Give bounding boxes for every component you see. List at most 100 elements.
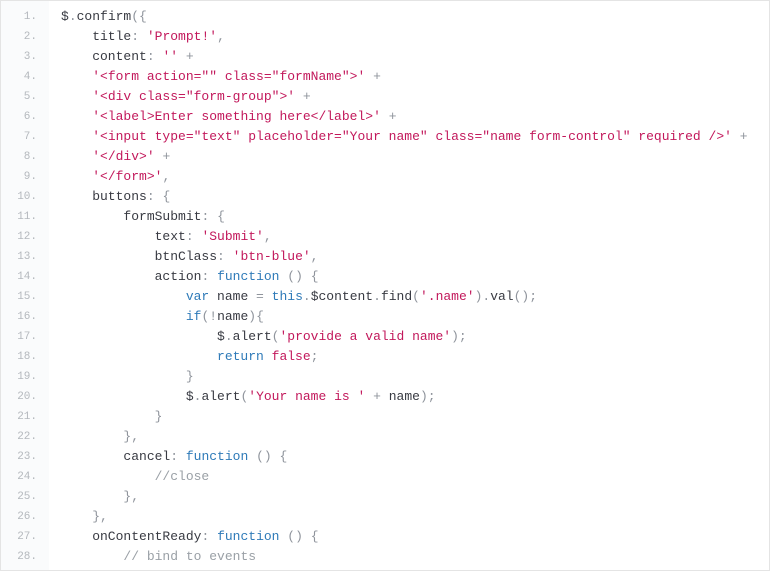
line-number: 27. bbox=[1, 527, 49, 547]
code-line: btnClass: 'btn-blue', bbox=[61, 247, 769, 267]
token-punc: , bbox=[162, 169, 170, 184]
line-number: 6. bbox=[1, 107, 49, 127]
line-number: 9. bbox=[1, 167, 49, 187]
token-plain bbox=[61, 169, 92, 184]
token-punc: . bbox=[373, 289, 381, 304]
code-line: var name = this.$content.find('.name').v… bbox=[61, 287, 769, 307]
token-plain bbox=[295, 89, 303, 104]
token-punc: ) bbox=[420, 389, 428, 404]
code-line: '<div class="form-group">' + bbox=[61, 87, 769, 107]
token-punc: } bbox=[155, 409, 163, 424]
token-punc: ) bbox=[248, 309, 256, 324]
token-plain: confirm bbox=[77, 9, 132, 24]
token-plain: content bbox=[61, 49, 147, 64]
token-bool: false bbox=[272, 349, 311, 364]
line-number: 28. bbox=[1, 547, 49, 567]
token-plain: buttons bbox=[61, 189, 147, 204]
token-plain bbox=[61, 469, 155, 484]
token-punc: ( bbox=[412, 289, 420, 304]
line-number: 21. bbox=[1, 407, 49, 427]
token-punc: , bbox=[217, 29, 225, 44]
token-plain: alert bbox=[201, 389, 240, 404]
token-plain: name bbox=[381, 389, 420, 404]
line-number: 23. bbox=[1, 447, 49, 467]
token-str: 'Submit' bbox=[201, 229, 263, 244]
token-punc: } bbox=[186, 369, 194, 384]
code-line: cancel: function () { bbox=[61, 447, 769, 467]
token-punc: ( bbox=[287, 269, 295, 284]
token-punc: : bbox=[147, 189, 155, 204]
token-plain: formSubmit bbox=[61, 209, 201, 224]
token-punc: + bbox=[162, 149, 170, 164]
token-punc: ; bbox=[428, 389, 436, 404]
line-number: 14. bbox=[1, 267, 49, 287]
token-plain: $content bbox=[311, 289, 373, 304]
line-number: 11. bbox=[1, 207, 49, 227]
token-punc: + bbox=[740, 129, 748, 144]
line-number: 25. bbox=[1, 487, 49, 507]
code-line: title: 'Prompt!', bbox=[61, 27, 769, 47]
line-number: 19. bbox=[1, 367, 49, 387]
token-str: '<input type="text" placeholder="Your na… bbox=[92, 129, 732, 144]
token-punc: . bbox=[69, 9, 77, 24]
token-str: '<div class="form-group">' bbox=[92, 89, 295, 104]
token-plain: $ bbox=[61, 389, 194, 404]
token-str: '</form>' bbox=[92, 169, 162, 184]
token-plain bbox=[61, 109, 92, 124]
token-punc: ) bbox=[295, 269, 303, 284]
token-plain: name bbox=[217, 309, 248, 324]
token-comment: //close bbox=[155, 469, 210, 484]
token-kw: function bbox=[217, 269, 279, 284]
token-punc: . bbox=[303, 289, 311, 304]
line-number: 10. bbox=[1, 187, 49, 207]
token-plain bbox=[61, 349, 217, 364]
line-number: 18. bbox=[1, 347, 49, 367]
code-line: $.alert('provide a valid name'); bbox=[61, 327, 769, 347]
token-plain bbox=[61, 129, 92, 144]
line-number-gutter: 1.2.3.4.5.6.7.8.9.10.11.12.13.14.15.16.1… bbox=[1, 1, 49, 570]
token-plain: $ bbox=[61, 329, 225, 344]
token-punc: . bbox=[225, 329, 233, 344]
token-punc: ( bbox=[131, 9, 139, 24]
token-plain bbox=[61, 549, 123, 564]
token-str: 'Prompt!' bbox=[147, 29, 217, 44]
token-plain bbox=[61, 509, 92, 524]
code-line: $.confirm({ bbox=[61, 7, 769, 27]
token-plain bbox=[178, 449, 186, 464]
token-punc: + bbox=[373, 389, 381, 404]
token-plain: title bbox=[61, 29, 131, 44]
line-number: 22. bbox=[1, 427, 49, 447]
token-punc: ; bbox=[529, 289, 537, 304]
token-punc: { bbox=[311, 269, 319, 284]
token-str: 'provide a valid name' bbox=[279, 329, 451, 344]
token-punc: : bbox=[186, 229, 194, 244]
token-plain: action bbox=[61, 269, 201, 284]
token-plain bbox=[61, 369, 186, 384]
code-line: formSubmit: { bbox=[61, 207, 769, 227]
token-punc: , bbox=[100, 509, 108, 524]
code-line: return false; bbox=[61, 347, 769, 367]
token-punc: ( bbox=[256, 449, 264, 464]
token-kw: function bbox=[186, 449, 248, 464]
token-punc: ( bbox=[287, 529, 295, 544]
token-str: '</div>' bbox=[92, 149, 154, 164]
token-punc: , bbox=[264, 229, 272, 244]
token-punc: + bbox=[373, 69, 381, 84]
token-plain bbox=[272, 449, 280, 464]
token-plain bbox=[303, 269, 311, 284]
token-punc: { bbox=[256, 309, 264, 324]
code-line: content: '' + bbox=[61, 47, 769, 67]
token-plain: name bbox=[209, 289, 256, 304]
token-plain bbox=[61, 489, 123, 504]
token-plain bbox=[209, 269, 217, 284]
line-number: 2. bbox=[1, 27, 49, 47]
code-line: onContentReady: function () { bbox=[61, 527, 769, 547]
token-plain bbox=[248, 449, 256, 464]
code-area[interactable]: $.confirm({ title: 'Prompt!', content: '… bbox=[49, 1, 769, 570]
token-plain bbox=[264, 349, 272, 364]
token-punc: , bbox=[131, 489, 139, 504]
code-line: //close bbox=[61, 467, 769, 487]
token-plain: text bbox=[61, 229, 186, 244]
line-number: 16. bbox=[1, 307, 49, 327]
code-line: }, bbox=[61, 427, 769, 447]
